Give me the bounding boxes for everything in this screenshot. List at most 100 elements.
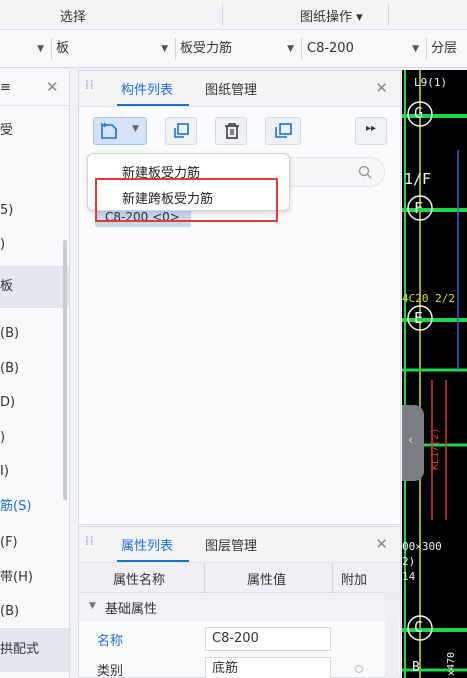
chevron-down-icon: ▼ <box>161 44 168 54</box>
axis-bubble-label: C <box>414 618 424 636</box>
ribbon-divider <box>222 4 223 26</box>
drag-handle-icon[interactable]: ⁞⁞ <box>85 79 94 97</box>
nav-tree-item[interactable]: ) <box>0 230 69 260</box>
canvas-label: 2) <box>402 555 416 568</box>
chevron-down-icon: ▼ <box>37 44 44 54</box>
nav-tree-item[interactable]: 拱配式 <box>0 628 69 672</box>
drawing-canvas-graphics <box>402 70 467 678</box>
delete-component-button[interactable] <box>215 117 247 145</box>
attribute-value-input[interactable]: C8-200 <box>205 627 331 651</box>
navigation-panel-header: ≡ ✕ <box>0 70 69 106</box>
canvas-label: x470 <box>446 651 457 676</box>
component-subtype-combo[interactable]: 板受力筋 ▼ <box>180 38 300 60</box>
chevron-down-icon: ▼ <box>412 44 419 54</box>
drawing-operations-menu[interactable]: 图纸操作 ▾ <box>300 6 363 25</box>
attribute-panel-scrollbar[interactable] <box>385 592 399 678</box>
chevron-down-icon: ▼ <box>287 44 294 54</box>
column-header-extra: 附加 <box>341 573 368 588</box>
nav-tree-item[interactable]: ) <box>0 423 69 453</box>
column-header-name: 属性名称 <box>113 573 166 588</box>
attribute-name: 类别 <box>97 664 124 678</box>
canvas-label: 1/F <box>404 170 432 188</box>
ribbon-divider <box>388 4 389 26</box>
nav-tree-item[interactable]: I) <box>0 457 69 487</box>
copy-component-button[interactable] <box>165 117 197 145</box>
nav-tree-item[interactable]: (B) <box>0 354 69 384</box>
attribute-name: 名称 <box>97 634 124 649</box>
canvas-label: 4C20 2/2 <box>402 292 455 305</box>
axis-bubble-label: F <box>414 199 424 217</box>
canvas-label: KL17(2) <box>430 427 441 470</box>
attribute-extra-checkbox[interactable] <box>355 665 363 673</box>
attribute-group-label: 基础属性 <box>105 602 158 617</box>
drawing-canvas[interactable]: L9(1) G 1/F F 4C20 2/2 E KL17(2) 00×300 … <box>402 70 467 678</box>
combo-divider <box>51 38 52 60</box>
layer-copy-icon <box>275 123 292 138</box>
more-tools-button[interactable]: ▸▸ <box>355 117 387 145</box>
navigation-tree-panel: ≡ ✕ 受 5) ) 板 (B) (B) D) ) I) 筋(S) (F) 带(… <box>0 70 70 678</box>
nav-tree-item[interactable]: 带(H) <box>0 563 69 593</box>
nav-tree-item[interactable]: (B) <box>0 319 69 349</box>
nav-tree-item[interactable]: 5) <box>0 196 69 226</box>
component-subtype-value: 板受力筋 <box>180 41 233 56</box>
layer-combo[interactable]: 分层 <box>431 38 467 60</box>
combo-divider <box>426 38 427 60</box>
drag-handle-icon[interactable]: ⁞⁞ <box>85 535 94 553</box>
close-icon[interactable]: ✕ <box>375 79 388 97</box>
highlight-box <box>95 178 278 222</box>
close-icon[interactable]: ✕ <box>375 535 388 553</box>
ribbon-bar: 选择 图纸操作 ▾ <box>0 0 467 30</box>
attribute-table-header: 属性名称 属性值 附加 <box>79 563 400 593</box>
close-icon[interactable]: ✕ <box>46 78 59 96</box>
attribute-value-input[interactable]: 底筋 <box>205 657 331 678</box>
nav-tree-item[interactable]: (F) <box>0 528 69 558</box>
collapse-panel-button[interactable]: ‹ <box>402 405 424 481</box>
component-type-value: 板 <box>56 41 70 56</box>
axis-bubble-label: B <box>412 660 420 675</box>
nav-tree-item[interactable]: D) <box>0 388 69 418</box>
component-name-value: C8-200 <box>307 41 354 56</box>
copy-to-floor-button[interactable] <box>265 117 301 145</box>
new-component-button[interactable]: ▼ <box>93 117 147 145</box>
component-panel-tabbar: ⁞⁞ 构件列表 图纸管理 ✕ <box>79 71 400 107</box>
component-type-combo[interactable]: 板 ▼ <box>56 38 174 60</box>
component-list-panel: ⁞⁞ 构件列表 图纸管理 ✕ ▼ ▸▸ C8-200 <0> <box>78 70 401 525</box>
attribute-row: 名称 C8-200 <box>79 625 400 653</box>
nav-tree-item[interactable]: (B) <box>0 597 69 627</box>
nav-tree-item-selected[interactable]: 板 <box>0 266 69 308</box>
axis-bubble-label: G <box>414 104 424 122</box>
column-divider <box>204 563 205 593</box>
nav-tree-item[interactable] <box>0 150 69 180</box>
left-panel-scrollbar[interactable] <box>63 240 67 500</box>
tab-layer-management[interactable]: 图层管理 <box>205 535 257 554</box>
trash-icon <box>225 123 239 139</box>
chevron-down-icon[interactable]: ▼ <box>89 601 96 611</box>
chevron-down-icon[interactable]: ▼ <box>132 124 139 134</box>
double-chevron-right-icon: ▸▸ <box>366 123 377 134</box>
copy-icon <box>174 123 189 138</box>
attribute-row: 类别 底筋 <box>79 655 400 678</box>
search-icon <box>358 165 372 179</box>
axis-bubble-label: E <box>414 309 424 327</box>
tab-component-list[interactable]: 构件列表 <box>121 79 173 98</box>
canvas-label: L9(1) <box>414 76 448 89</box>
select-label[interactable]: 选择 <box>60 6 86 25</box>
canvas-label: 00×300 <box>402 540 442 553</box>
active-tab-indicator <box>117 560 189 562</box>
attribute-panel-tabbar: ⁞⁞ 属性列表 图层管理 ✕ <box>79 527 400 563</box>
combo-divider <box>175 38 176 60</box>
tab-drawing-management[interactable]: 图纸管理 <box>205 79 257 98</box>
chevron-left-icon: ‹ <box>408 433 414 448</box>
combo-divider <box>301 38 302 60</box>
new-document-icon <box>100 122 117 139</box>
nav-tree-item-active[interactable]: 筋(S) <box>0 492 69 522</box>
nav-tree-item[interactable]: 受 <box>0 116 69 146</box>
column-divider <box>332 563 333 593</box>
canvas-label: 14 <box>402 570 416 583</box>
component-name-combo[interactable]: C8-200 ▼ <box>307 38 425 60</box>
floor-combo[interactable]: ▼ <box>0 38 50 60</box>
component-selector-bar: ▼ 板 ▼ 板受力筋 ▼ C8-200 ▼ 分层 <box>0 30 467 68</box>
attribute-group-basic[interactable]: ▼ 基础属性 <box>79 593 400 621</box>
active-tab-indicator <box>117 104 189 106</box>
tab-attribute-list[interactable]: 属性列表 <box>121 535 173 554</box>
